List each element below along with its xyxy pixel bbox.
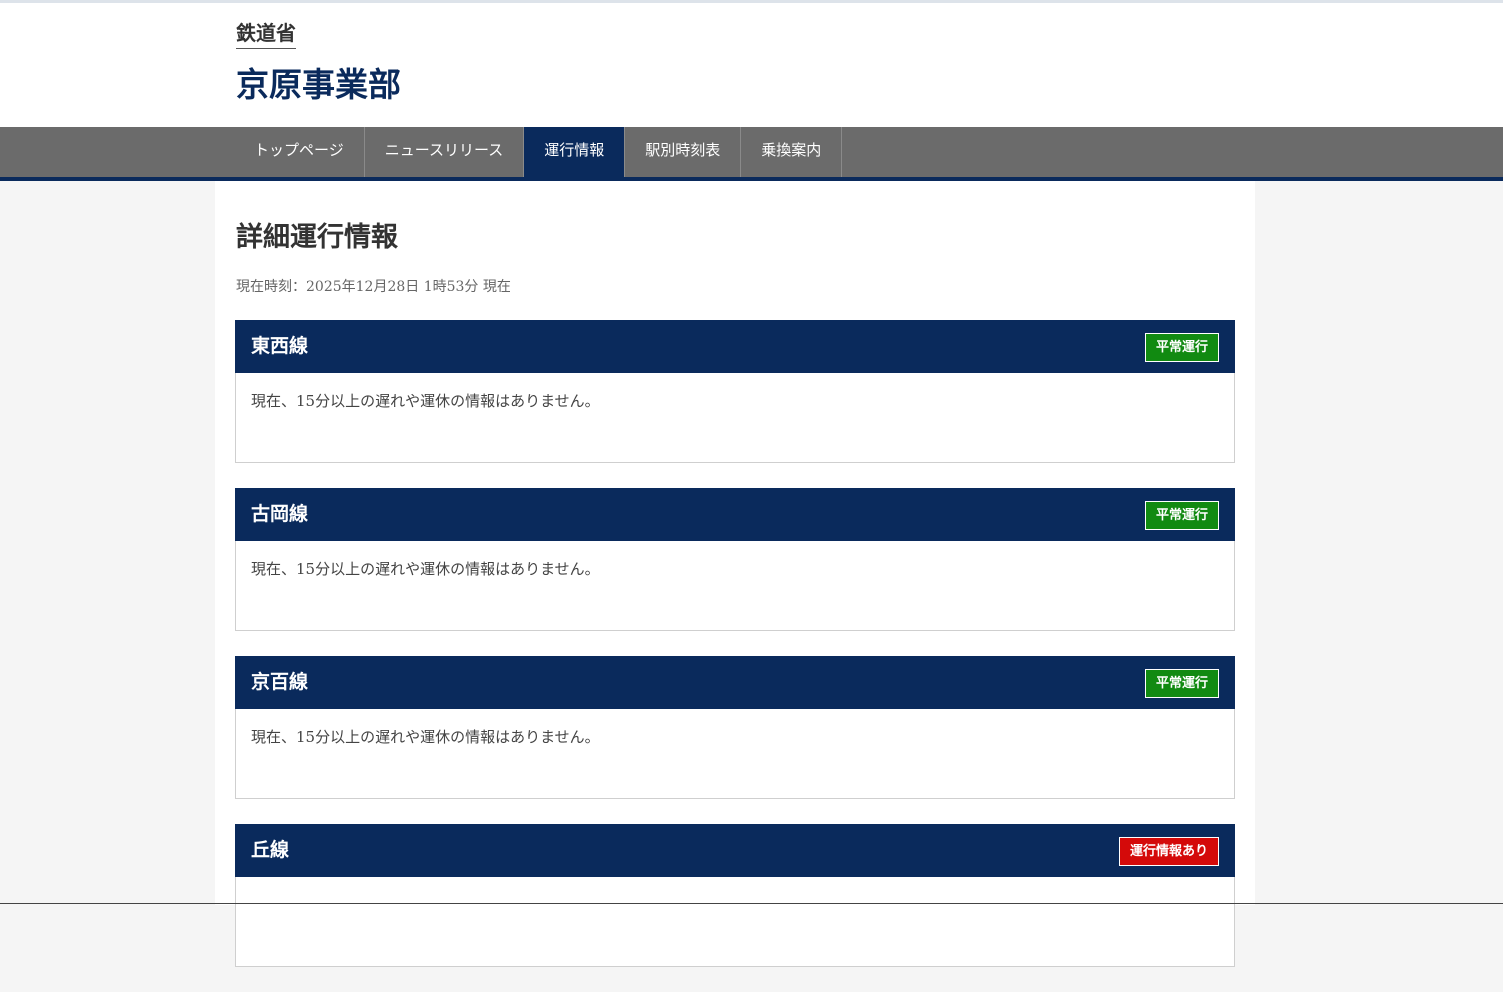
- main-content: 詳細運行情報 現在時刻：2025年12月28日 1時53分 現在 東西線 平常運…: [215, 181, 1255, 967]
- line-name: 京百線: [251, 671, 309, 693]
- site-header: 鉄道省 京原事業部: [0, 3, 1503, 127]
- nav-item-news[interactable]: ニュースリリース: [365, 127, 525, 177]
- window-bottom-edge: [0, 903, 1503, 904]
- line-name: 古岡線: [251, 503, 309, 525]
- line-card-header: 京百線 平常運行: [235, 656, 1235, 709]
- line-card-header: 古岡線 平常運行: [235, 488, 1235, 541]
- line-card-furuoka: 古岡線 平常運行 現在、15分以上の遅れや運休の情報はありません。: [235, 488, 1235, 631]
- line-name: 東西線: [251, 335, 309, 357]
- line-message: 現在、15分以上の遅れや運休の情報はありません。: [251, 728, 600, 746]
- line-status-list: 東西線 平常運行 現在、15分以上の遅れや運休の情報はありません。 古岡線 平常…: [235, 320, 1235, 992]
- line-card-tozai: 東西線 平常運行 現在、15分以上の遅れや運休の情報はありません。: [235, 320, 1235, 463]
- line-card-header: 丘線 運行情報あり: [235, 824, 1235, 877]
- status-badge: 平常運行: [1144, 501, 1219, 530]
- nav-item-top[interactable]: トップページ: [236, 127, 365, 177]
- line-card-oka: 丘線 運行情報あり: [235, 824, 1235, 967]
- line-name: 丘線: [251, 839, 290, 861]
- division-name[interactable]: 京原事業部: [236, 65, 401, 105]
- line-message: 現在、15分以上の遅れや運休の情報はありません。: [251, 392, 600, 410]
- nav-item-transfer[interactable]: 乗換案内: [741, 127, 843, 177]
- status-badge: 平常運行: [1144, 669, 1219, 698]
- nav-item-timetable[interactable]: 駅別時刻表: [625, 127, 742, 177]
- nav-item-service-info[interactable]: 運行情報: [524, 127, 626, 177]
- ministry-name: 鉄道省: [236, 21, 296, 49]
- status-badge[interactable]: 運行情報あり: [1118, 837, 1219, 866]
- page-title: 詳細運行情報: [236, 222, 398, 253]
- line-card-keihyaku: 京百線 平常運行 現在、15分以上の遅れや運休の情報はありません。: [235, 656, 1235, 799]
- status-badge: 平常運行: [1144, 333, 1219, 362]
- line-message: 現在、15分以上の遅れや運休の情報はありません。: [251, 560, 600, 578]
- current-time: 現在時刻：2025年12月28日 1時53分 現在: [236, 279, 511, 295]
- line-message: [236, 877, 1234, 966]
- line-card-header: 東西線 平常運行: [235, 320, 1235, 373]
- main-nav: トップページ ニュースリリース 運行情報 駅別時刻表 乗換案内: [0, 127, 1503, 181]
